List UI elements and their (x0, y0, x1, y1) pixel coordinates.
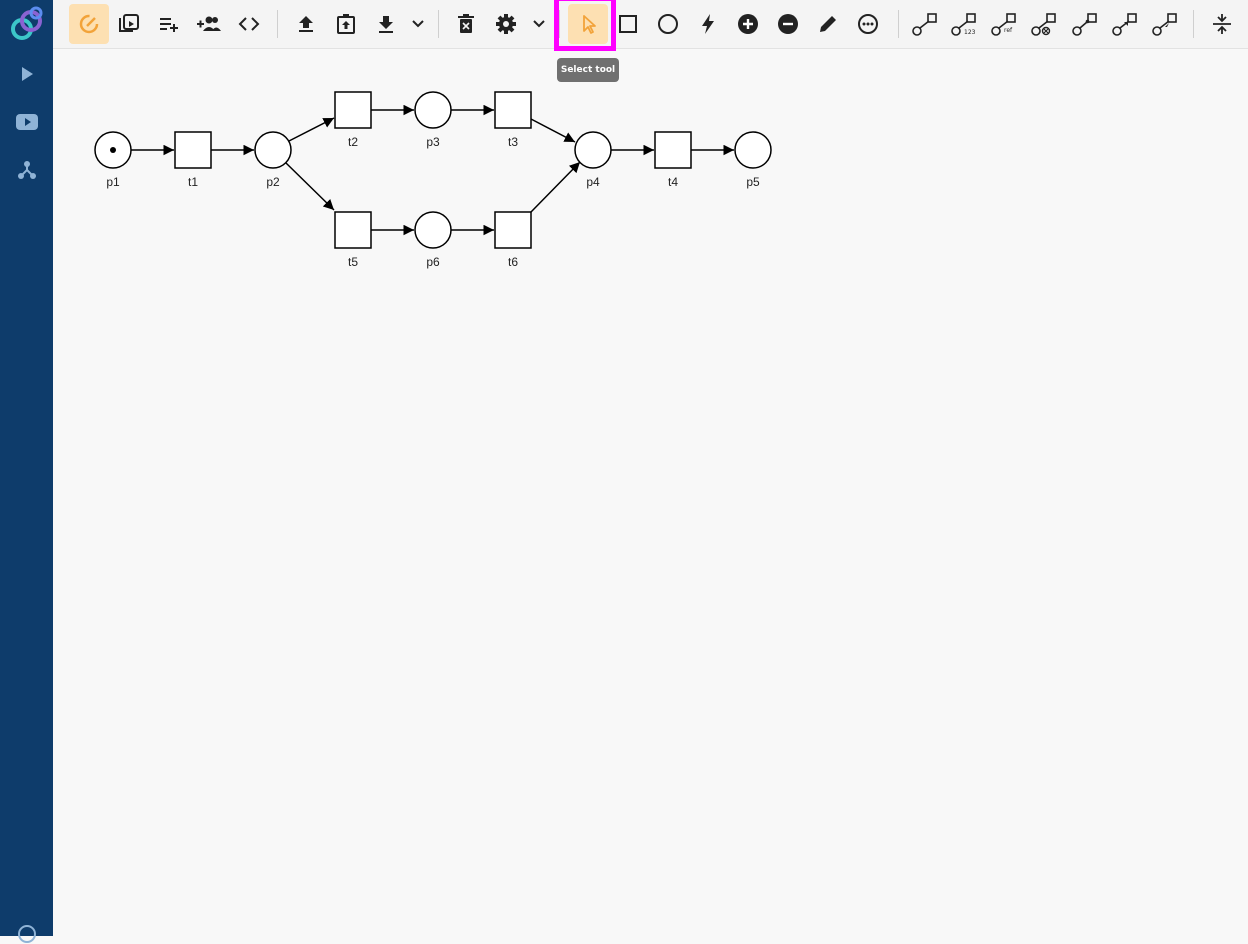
label-t4: t4 (668, 175, 678, 189)
edit-pencil-icon[interactable] (808, 4, 848, 44)
playlist-add-icon[interactable] (149, 4, 189, 44)
arc-reference-icon[interactable]: ref (985, 4, 1025, 44)
place-p2[interactable] (254, 131, 292, 169)
place-p5[interactable] (734, 131, 772, 169)
fire-bolt-icon[interactable] (688, 4, 728, 44)
arc-variable-icon[interactable] (1145, 4, 1185, 44)
arc-p2-t2[interactable] (288, 117, 335, 142)
remove-token-icon[interactable] (768, 4, 808, 44)
token (110, 147, 116, 153)
label-p3: p3 (426, 135, 440, 149)
editor-canvas[interactable]: p1 t1 p2 t2 p3 t3 p4 t4 p5 t5 p6 t6 (53, 49, 1248, 936)
arc-reset-icon[interactable] (1025, 4, 1065, 44)
edit-mode-icon[interactable] (69, 4, 109, 44)
transition-t2[interactable] (334, 91, 372, 129)
place-p6[interactable] (414, 211, 452, 249)
paste-upload-icon[interactable] (326, 4, 366, 44)
label-t1: t1 (188, 175, 198, 189)
svg-text:123: 123 (964, 29, 976, 36)
arc-inhibitor-icon[interactable] (1065, 4, 1105, 44)
place-tool-circle-icon[interactable] (648, 4, 688, 44)
label-p4: p4 (586, 175, 600, 189)
transition-t1[interactable] (174, 131, 212, 169)
svg-text:ref: ref (1004, 27, 1013, 34)
code-icon[interactable] (229, 4, 269, 44)
separator (1193, 10, 1194, 38)
label-p2: p2 (266, 175, 280, 189)
separator (438, 10, 439, 38)
separator (277, 10, 278, 38)
arc-read-icon[interactable] (1105, 4, 1145, 44)
label-p1: p1 (106, 175, 120, 189)
add-group-icon[interactable] (189, 4, 229, 44)
petri-net-diagram: p1 t1 p2 t2 p3 t3 p4 t4 p5 t5 p6 t6 (94, 91, 772, 269)
add-token-icon[interactable] (728, 4, 768, 44)
upload-icon[interactable] (286, 4, 326, 44)
separator (898, 10, 899, 38)
arc-t6-p4[interactable] (530, 161, 581, 213)
label-p6: p6 (426, 255, 440, 269)
play-icon[interactable] (0, 62, 53, 86)
select-tool-highlight (554, 0, 616, 51)
arc-weight-icon[interactable]: 123 (945, 4, 985, 44)
arc-p2-t5[interactable] (285, 162, 335, 211)
label-t5: t5 (348, 255, 358, 269)
arc-t3-p4[interactable] (530, 118, 576, 143)
sidebar (0, 0, 53, 943)
label-t3: t3 (508, 135, 518, 149)
copy-run-icon[interactable] (109, 4, 149, 44)
arc-tool-icon[interactable] (905, 4, 945, 44)
video-icon[interactable] (0, 110, 53, 134)
place-p4[interactable] (574, 131, 612, 169)
transition-t5[interactable] (334, 211, 372, 249)
help-icon[interactable] (0, 924, 53, 944)
toolbar: 123 ref (53, 0, 1248, 49)
settings-menu-chevron-icon[interactable] (519, 4, 559, 44)
label-p5: p5 (746, 175, 760, 189)
more-options-icon[interactable] (848, 4, 888, 44)
transition-t6[interactable] (494, 211, 532, 249)
delete-icon[interactable] (446, 4, 486, 44)
app-logo[interactable] (0, 2, 53, 46)
collapse-vertical-icon[interactable] (1202, 4, 1242, 44)
label-t2: t2 (348, 135, 358, 149)
download-menu-chevron-icon[interactable] (398, 4, 438, 44)
transition-t4[interactable] (654, 131, 692, 169)
label-t6: t6 (508, 255, 518, 269)
transition-t3[interactable] (494, 91, 532, 129)
network-icon[interactable] (0, 158, 53, 182)
place-p3[interactable] (414, 91, 452, 129)
